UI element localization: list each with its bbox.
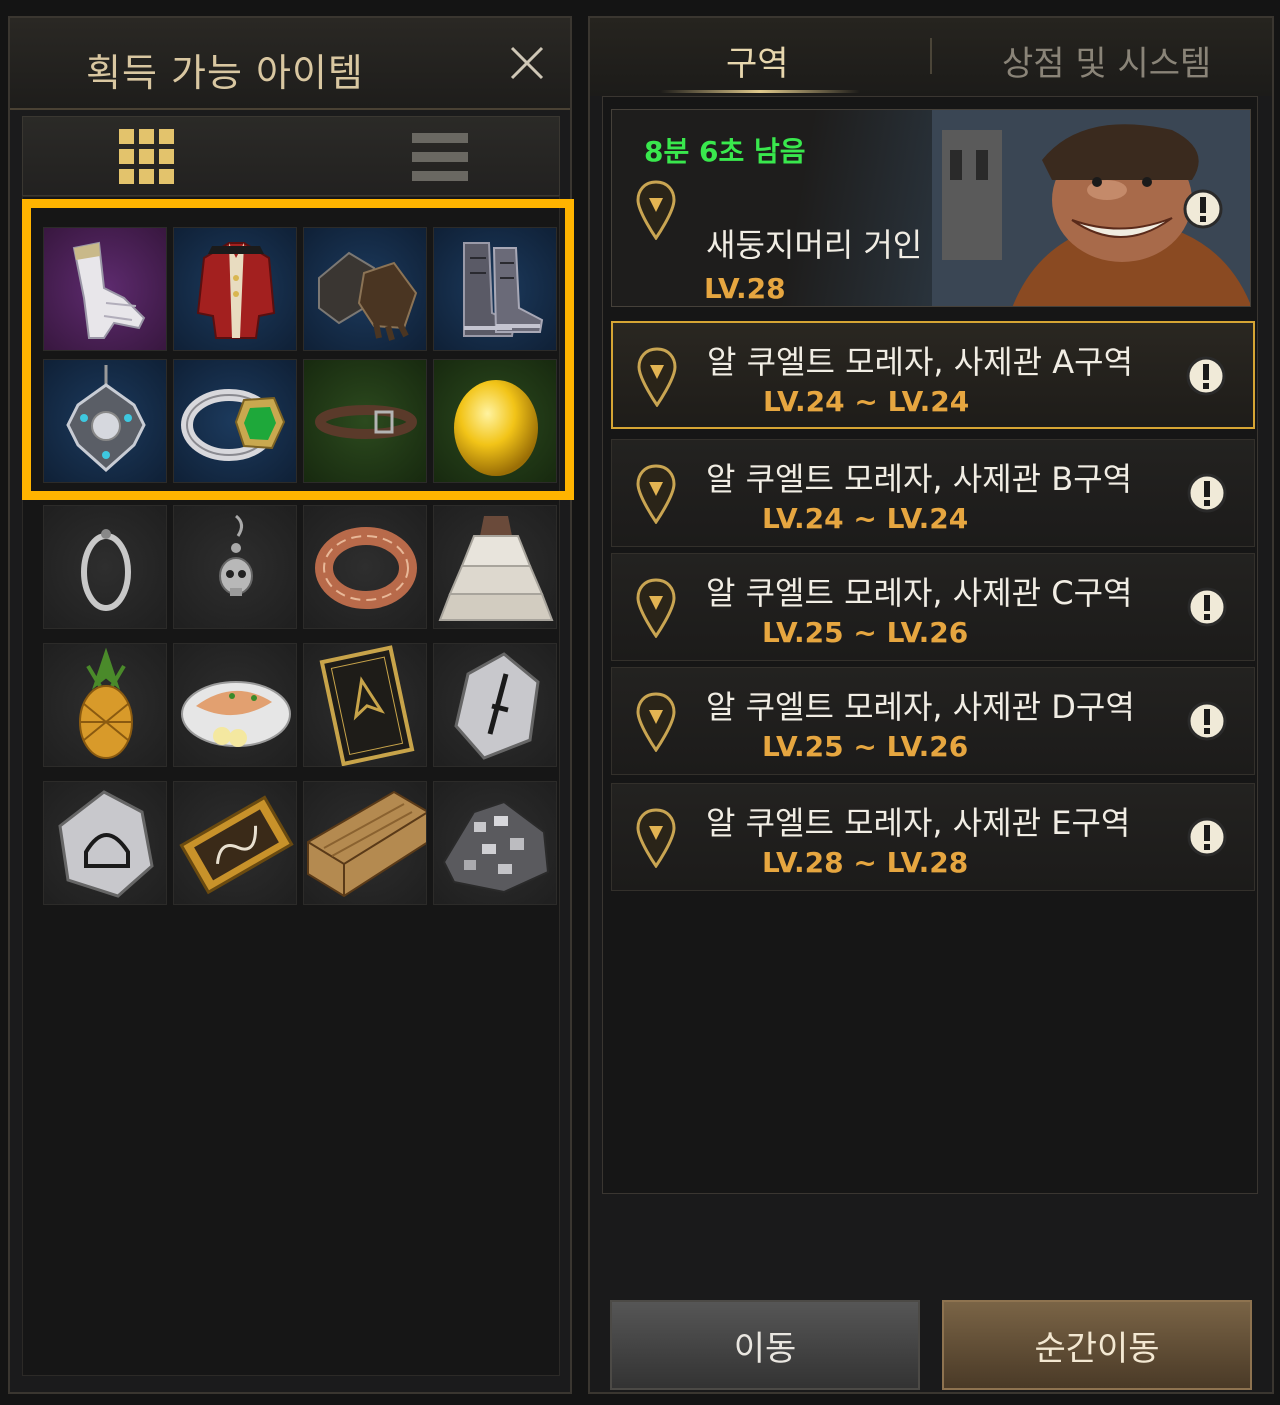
item-slot-ore-pile[interactable]	[433, 781, 557, 905]
panel-header: 획득 가능 아이템	[10, 18, 570, 110]
alert-icon[interactable]	[1186, 472, 1228, 514]
item-slot-red-coat[interactable]	[173, 227, 297, 351]
tab-grid-view[interactable]	[23, 117, 292, 197]
zone-level: LV.24 ~ LV.24	[762, 502, 969, 535]
zone-row-c[interactable]: 알 쿠엘트 모레자, 사제관 C구역 LV.25 ~ LV.26	[611, 553, 1255, 661]
tab-shop-system[interactable]: 상점 및 시스템	[1002, 36, 1211, 85]
item-slot-wood-planks[interactable]	[303, 781, 427, 905]
card-icon	[319, 645, 415, 766]
boss-timer: 8분 6초 남음	[644, 135, 806, 168]
view-mode-tabs	[22, 116, 560, 196]
map-pin-icon	[636, 578, 676, 638]
boots-icon	[463, 242, 544, 337]
helmet-rune-stone-icon	[58, 790, 154, 898]
alert-icon[interactable]	[1186, 816, 1228, 858]
silver-hoop-earring-icon	[81, 529, 131, 611]
fish-plate-icon	[181, 681, 291, 747]
gloves-white-icon	[72, 241, 146, 339]
item-slot-gauntlets[interactable]	[303, 227, 427, 351]
move-button[interactable]: 이동	[610, 1300, 920, 1390]
zone-list: 8분 6초 남음 새둥지머리 거인 LV.28 알 쿠엘트 모레자, 사제관 A…	[602, 96, 1258, 1194]
necklace-icon	[66, 365, 146, 473]
item-slot-helmet-rune[interactable]	[43, 781, 167, 905]
grid-icon	[119, 129, 174, 184]
item-slot-pineapple[interactable]	[43, 643, 167, 767]
golden-egg-icon	[454, 380, 538, 476]
zone-name: 알 쿠엘트 모레자, 사제관 D구역	[706, 688, 1135, 726]
zone-name: 알 쿠엘트 모레자, 사제관 C구역	[706, 574, 1133, 612]
belt-icon	[315, 405, 417, 439]
tab-divider	[930, 38, 932, 74]
emerald-ring-icon	[181, 389, 286, 461]
ruffled-skirt-icon	[438, 516, 554, 621]
map-pin-icon	[636, 692, 676, 752]
tab-bar: 구역 상점 및 시스템	[590, 18, 1272, 96]
leather-gauntlets-icon	[318, 251, 418, 341]
item-slot-fish-plate[interactable]	[173, 643, 297, 767]
zone-level: LV.28 ~ LV.28	[762, 846, 969, 879]
zone-panel: 구역 상점 및 시스템 8분 6초 남음 새둥지머리 거인 LV.28 알 쿠엘…	[588, 16, 1274, 1394]
pineapple-icon	[79, 647, 133, 759]
zone-level: LV.24 ~ LV.24	[763, 385, 970, 418]
item-slot-copper-ring[interactable]	[303, 505, 427, 629]
skull-earring-icon	[219, 514, 253, 596]
active-tab-indicator	[660, 90, 860, 93]
item-slot-belt[interactable]	[303, 359, 427, 483]
zone-name: 알 쿠엘트 모레자, 사제관 B구역	[706, 460, 1133, 498]
map-pin-icon	[636, 180, 676, 240]
item-slot-golden-egg[interactable]	[433, 359, 557, 483]
boss-name: 새둥지머리 거인	[706, 226, 923, 264]
item-slot-ruffled-skirt[interactable]	[433, 505, 557, 629]
zone-row-d[interactable]: 알 쿠엘트 모레자, 사제관 D구역 LV.25 ~ LV.26	[611, 667, 1255, 775]
tab-zone[interactable]: 구역	[726, 36, 789, 85]
map-pin-icon	[637, 347, 677, 407]
red-coat-icon	[196, 242, 276, 339]
zone-row-e[interactable]: 알 쿠엘트 모레자, 사제관 E구역 LV.28 ~ LV.28	[611, 783, 1255, 891]
item-slot-emerald-ring[interactable]	[173, 359, 297, 483]
zone-level: LV.25 ~ LV.26	[762, 730, 969, 763]
boss-level: LV.28	[704, 272, 786, 305]
item-slot-boots[interactable]	[433, 227, 557, 351]
zone-name: 알 쿠엘트 모레자, 사제관 A구역	[707, 343, 1134, 381]
item-slot-card[interactable]	[303, 643, 427, 767]
list-icon	[412, 133, 468, 181]
zone-row-b[interactable]: 알 쿠엘트 모레자, 사제관 B구역 LV.24 ~ LV.24	[611, 439, 1255, 547]
item-slot-ticket[interactable]	[173, 781, 297, 905]
alert-icon[interactable]	[1186, 586, 1228, 628]
map-pin-icon	[636, 808, 676, 868]
tab-list-view[interactable]	[292, 117, 561, 197]
zone-name: 알 쿠엘트 모레자, 사제관 E구역	[706, 804, 1131, 842]
wood-planks-icon	[307, 790, 426, 898]
item-slot-hoop-earring[interactable]	[43, 505, 167, 629]
ore-pile-icon	[442, 800, 550, 894]
copper-ring-icon	[315, 527, 417, 609]
alert-icon[interactable]	[1182, 188, 1224, 230]
item-slot-gloves[interactable]	[43, 227, 167, 351]
map-pin-icon	[636, 464, 676, 524]
ticket-icon	[179, 795, 294, 895]
panel-title: 획득 가능 아이템	[86, 51, 364, 95]
close-icon	[510, 46, 544, 80]
item-slot-necklace[interactable]	[43, 359, 167, 483]
item-slot-sword-rune[interactable]	[433, 643, 557, 767]
item-slot-skull-earring[interactable]	[173, 505, 297, 629]
sword-rune-stone-icon	[454, 652, 540, 760]
zone-row-a[interactable]: 알 쿠엘트 모레자, 사제관 A구역 LV.24 ~ LV.24	[611, 321, 1255, 429]
alert-icon[interactable]	[1186, 700, 1228, 742]
alert-icon[interactable]	[1185, 355, 1227, 397]
boss-card[interactable]: 8분 6초 남음 새둥지머리 거인 LV.28	[611, 109, 1251, 307]
obtainable-items-panel: 획득 가능 아이템	[8, 16, 574, 1394]
teleport-button[interactable]: 순간이동	[942, 1300, 1252, 1390]
item-grid	[22, 196, 560, 1376]
zone-level: LV.25 ~ LV.26	[762, 616, 969, 649]
close-button[interactable]	[504, 40, 550, 86]
